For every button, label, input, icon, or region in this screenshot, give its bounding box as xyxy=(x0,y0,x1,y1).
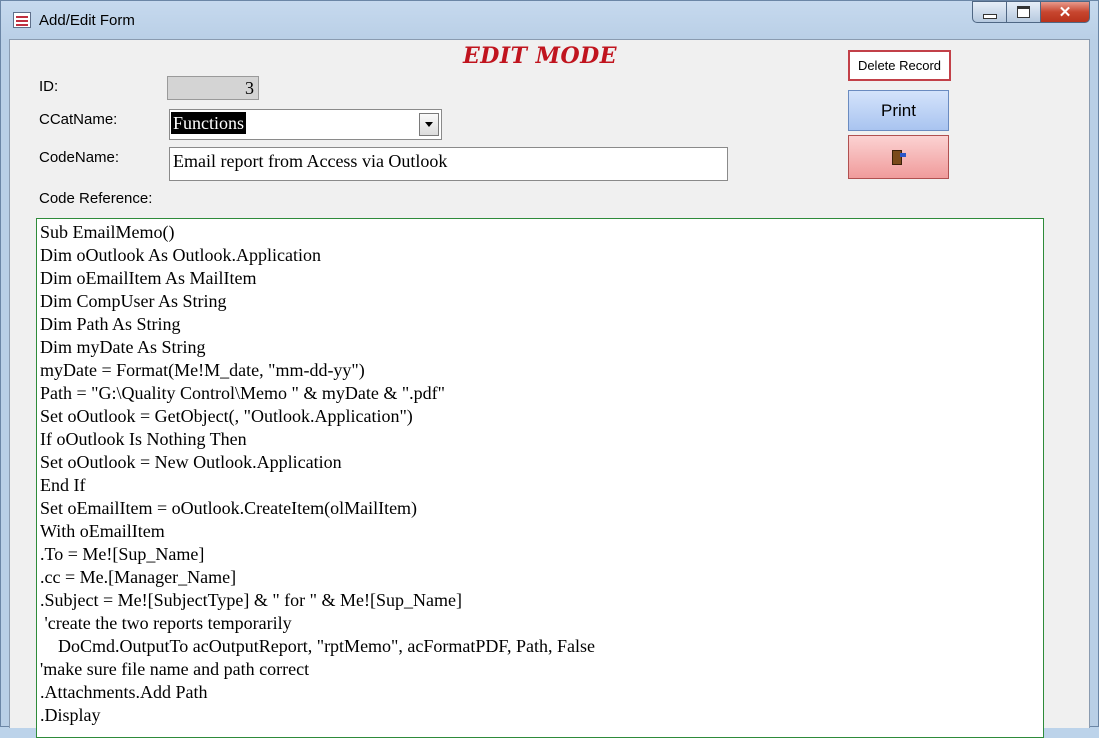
id-field: 3 xyxy=(167,76,259,100)
code-line: Path = "G:\Quality Control\Memo " & myDa… xyxy=(40,383,446,403)
code-line: .Display xyxy=(40,705,101,725)
ccatname-label: CCatName: xyxy=(39,111,118,128)
window-title: Add/Edit Form xyxy=(39,12,135,29)
close-icon: ✕ xyxy=(1058,4,1072,21)
code-line: Dim oOutlook As Outlook.Application xyxy=(40,245,321,265)
ccatname-combo[interactable]: Functions xyxy=(169,109,442,140)
code-line: .cc = Me.[Manager_Name] xyxy=(40,567,237,587)
maximize-icon xyxy=(1017,6,1030,18)
minimize-icon xyxy=(982,13,997,19)
code-line: Dim oEmailItem As MailItem xyxy=(40,268,257,288)
code-line: .Attachments.Add Path xyxy=(40,682,208,702)
code-line: Set oEmailItem = oOutlook.CreateItem(olM… xyxy=(40,498,418,518)
code-line: Dim Path As String xyxy=(40,314,181,334)
delete-record-button[interactable]: Delete Record xyxy=(848,50,951,81)
codename-field[interactable]: Email report from Access via Outlook xyxy=(169,147,728,181)
chevron-down-icon xyxy=(425,122,433,127)
code-line: DoCmd.OutputTo acOutputReport, "rptMemo"… xyxy=(40,636,595,656)
code-reference-textarea[interactable]: Sub EmailMemo() Dim oOutlook As Outlook.A… xyxy=(36,218,1044,738)
code-line: .Subject = Me![SubjectType] & " for " & … xyxy=(40,590,462,610)
exit-button[interactable] xyxy=(848,135,949,179)
ccatname-value[interactable]: Functions xyxy=(171,112,247,134)
title-bar[interactable]: Add/Edit Form ✕ xyxy=(1,1,1098,39)
code-line: myDate = Format(Me!M_date, "mm-dd-yy") xyxy=(40,360,365,380)
form-icon xyxy=(13,12,31,28)
id-label: ID: xyxy=(39,78,59,95)
form-body: EDIT MODE ID: 3 CCatName: Functions Code… xyxy=(9,39,1090,738)
code-line: Dim myDate As String xyxy=(40,337,206,357)
code-line: 'make sure file name and path correct xyxy=(40,659,310,679)
window: Add/Edit Form ✕ EDIT MODE ID: 3 CCatName… xyxy=(0,0,1099,738)
exit-door-icon xyxy=(891,149,907,165)
minimize-button[interactable] xyxy=(972,1,1006,23)
print-button[interactable]: Print xyxy=(848,90,949,131)
code-line: Sub EmailMemo() xyxy=(40,222,175,242)
code-line: Dim CompUser As String xyxy=(40,291,227,311)
maximize-button[interactable] xyxy=(1006,1,1040,23)
code-line: Set oOutlook = New Outlook.Application xyxy=(40,452,342,472)
dropdown-button[interactable] xyxy=(419,113,439,136)
code-reference-label: Code Reference: xyxy=(39,190,153,207)
code-line: .To = Me![Sup_Name] xyxy=(40,544,205,564)
window-controls: ✕ xyxy=(972,1,1090,27)
code-line: 'create the two reports temporarily xyxy=(40,613,292,633)
code-line: If oOutlook Is Nothing Then xyxy=(40,429,247,449)
close-button[interactable]: ✕ xyxy=(1040,1,1090,23)
code-line: With oEmailItem xyxy=(40,521,165,541)
mode-title: EDIT MODE xyxy=(462,43,618,69)
codename-label: CodeName: xyxy=(39,149,120,166)
code-line: Set oOutlook = GetObject(, "Outlook.Appl… xyxy=(40,406,413,426)
code-line: End If xyxy=(40,475,86,495)
